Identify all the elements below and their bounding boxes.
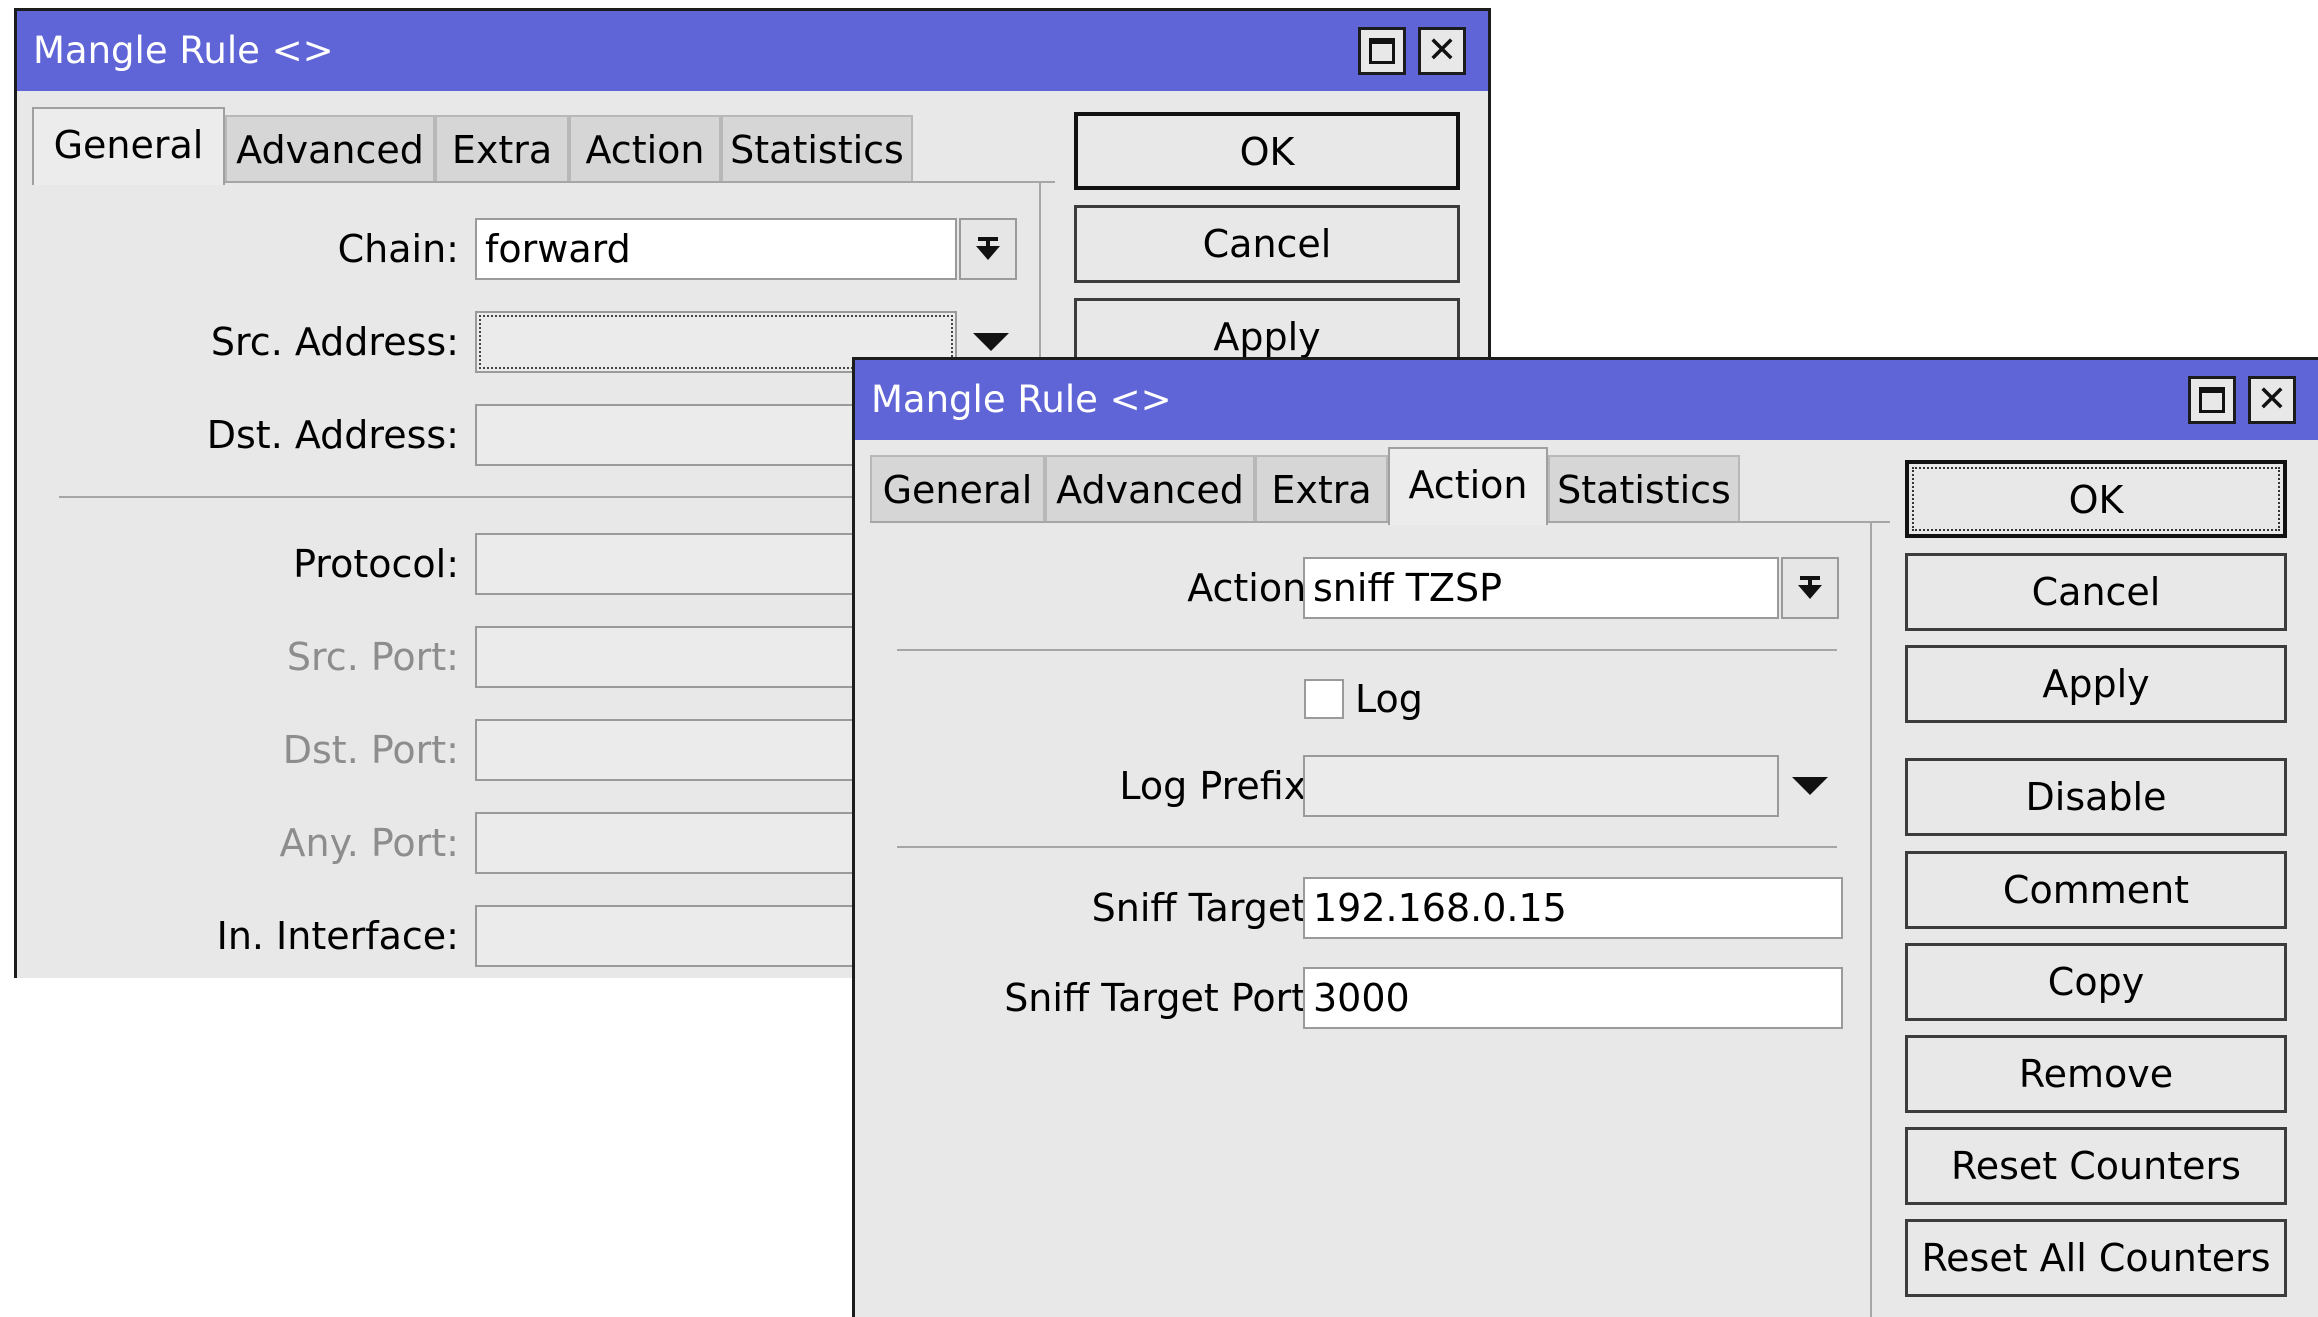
sniff-target-label: Sniff Target: [1091, 886, 1319, 930]
ok-button[interactable]: OK [1905, 460, 2287, 538]
src-port-label: Src. Port: [286, 635, 459, 679]
action-input[interactable]: sniff TZSP [1303, 557, 1779, 619]
window-title: Mangle Rule <> [33, 29, 334, 72]
in-interface-label: In. Interface: [216, 914, 459, 958]
tab-panel-top-border [225, 181, 1055, 183]
log-checkbox[interactable] [1304, 679, 1344, 719]
sniff-target-port-input[interactable]: 3000 [1303, 967, 1843, 1029]
dst-port-label: Dst. Port: [282, 728, 459, 772]
log-prefix-input[interactable] [1303, 755, 1779, 817]
sniff-target-input[interactable]: 192.168.0.15 [1303, 877, 1843, 939]
protocol-label: Protocol: [293, 542, 459, 586]
maximize-button[interactable] [1358, 27, 1406, 75]
action-dropdown-button[interactable] [1781, 557, 1839, 619]
close-button[interactable]: ✕ [2248, 376, 2296, 424]
sniff-target-port-label: Sniff Target Port: [1004, 976, 1319, 1020]
tab-advanced[interactable]: Advanced [225, 115, 435, 181]
window-title: Mangle Rule <> [871, 378, 1172, 421]
comment-button[interactable]: Comment [1905, 851, 2287, 929]
tab-extra[interactable]: Extra [1255, 455, 1388, 521]
copy-button[interactable]: Copy [1905, 943, 2287, 1021]
reset-all-counters-button[interactable]: Reset All Counters [1905, 1219, 2287, 1297]
close-icon: ✕ [1426, 30, 1458, 71]
tab-statistics[interactable]: Statistics [1548, 455, 1740, 521]
src-address-dropdown-icon[interactable] [973, 333, 1009, 351]
maximize-icon [2199, 387, 2225, 413]
log-prefix-label: Log Prefix: [1119, 764, 1319, 808]
section-divider-2 [897, 846, 1837, 848]
ok-button[interactable]: OK [1074, 112, 1460, 190]
tab-action[interactable]: Action [1388, 447, 1548, 525]
section-divider [897, 649, 1837, 651]
maximize-icon [1369, 38, 1395, 64]
chain-label: Chain: [337, 227, 459, 271]
tab-extra[interactable]: Extra [435, 115, 569, 181]
remove-button[interactable]: Remove [1905, 1035, 2287, 1113]
mangle-rule-window-action: Mangle Rule <> ✕ General Advanced Extra … [852, 357, 2318, 1317]
dst-address-label: Dst. Address: [206, 413, 459, 457]
tab-general[interactable]: General [870, 455, 1045, 521]
src-address-label: Src. Address: [210, 320, 459, 364]
cancel-button[interactable]: Cancel [1074, 205, 1460, 283]
tab-general[interactable]: General [32, 107, 225, 185]
tab-statistics[interactable]: Statistics [721, 115, 913, 181]
chain-dropdown-button[interactable] [959, 218, 1017, 280]
cancel-button[interactable]: Cancel [1905, 553, 2287, 631]
tab-panel-top-border [870, 521, 1890, 523]
disable-button[interactable]: Disable [1905, 758, 2287, 836]
close-button[interactable]: ✕ [1418, 27, 1466, 75]
tab-action[interactable]: Action [569, 115, 721, 181]
dropdown-arrow-icon [976, 246, 1000, 260]
close-icon: ✕ [2256, 379, 2288, 420]
reset-counters-button[interactable]: Reset Counters [1905, 1127, 2287, 1205]
chain-input[interactable]: forward [475, 218, 957, 280]
panel-right-border [1870, 521, 1872, 1317]
window-titlebar[interactable]: Mangle Rule <> ✕ [17, 11, 1488, 91]
dropdown-arrow-icon [1798, 585, 1822, 599]
any-port-label: Any. Port: [279, 821, 459, 865]
log-label[interactable]: Log [1355, 668, 1423, 730]
tab-advanced[interactable]: Advanced [1045, 455, 1255, 521]
window-titlebar[interactable]: Mangle Rule <> ✕ [855, 360, 2318, 440]
apply-button[interactable]: Apply [1905, 645, 2287, 723]
maximize-button[interactable] [2188, 376, 2236, 424]
action-label: Action: [1187, 566, 1319, 610]
log-prefix-dropdown-icon[interactable] [1792, 777, 1828, 795]
